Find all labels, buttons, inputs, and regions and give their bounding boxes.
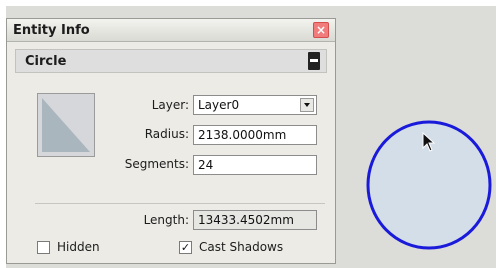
mouse-pointer-icon: [422, 131, 436, 156]
length-field: 13433.4502mm: [193, 210, 317, 230]
cast-shadows-checkbox[interactable]: ✓: [179, 241, 192, 254]
segments-field[interactable]: 24: [193, 155, 317, 175]
layer-label: Layer:: [151, 98, 189, 112]
layer-dropdown[interactable]: Layer0: [193, 95, 317, 115]
radius-field[interactable]: 2138.0000mm: [193, 125, 317, 145]
layer-value: Layer0: [198, 98, 240, 112]
chevron-down-icon[interactable]: [300, 98, 314, 112]
panel-title: Entity Info: [13, 23, 90, 38]
hidden-checkbox[interactable]: [37, 241, 50, 254]
segments-label: Segments:: [124, 157, 189, 171]
close-icon[interactable]: ×: [313, 22, 329, 38]
entity-info-panel: Entity Info × Circle Layer: Layer0 Radiu…: [6, 18, 336, 264]
panel-titlebar[interactable]: Entity Info ×: [7, 19, 335, 42]
entity-type-label: Circle: [25, 54, 67, 69]
length-label: Length:: [143, 213, 189, 227]
hidden-label: Hidden: [57, 240, 100, 254]
collapse-toggle-icon[interactable]: [308, 52, 320, 70]
radius-label: Radius:: [144, 127, 189, 141]
cast-shadows-label: Cast Shadows: [199, 240, 284, 254]
entity-type-header: Circle: [15, 49, 327, 73]
divider: [35, 203, 325, 204]
circle-preview-icon: [37, 93, 95, 157]
